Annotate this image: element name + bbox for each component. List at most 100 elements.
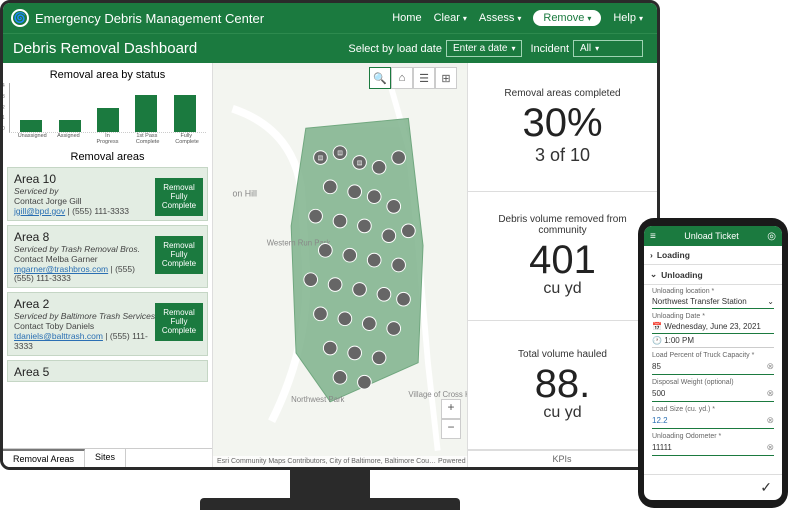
chevron-down-icon: ⌄	[650, 269, 657, 280]
clear-icon[interactable]: ⊗	[766, 361, 774, 372]
map-search-button[interactable]: 🔍	[369, 67, 391, 89]
field-odometer: Unloading Odometer * 11111⊗	[644, 430, 782, 457]
clear-icon[interactable]: ⊗	[766, 415, 774, 426]
map-canvas[interactable]: on Hill Western Run Park Northwest Park …	[213, 63, 467, 467]
phone-form: ›Loading ⌄Unloading Unloading location *…	[644, 246, 782, 474]
tab-removal-areas[interactable]: Removal Areas	[3, 449, 85, 467]
chevron-down-icon: ▾	[595, 44, 599, 53]
weight-input[interactable]: 500⊗	[652, 386, 774, 402]
chevron-right-icon: ›	[650, 250, 653, 260]
map-grid-button[interactable]: ⊞	[435, 67, 457, 89]
status-badge: Removal Fully Complete	[155, 303, 203, 341]
area-card[interactable]: Area 10 Serviced by Contact Jorge Gill j…	[7, 167, 208, 221]
clear-icon[interactable]: ⊗	[766, 388, 774, 399]
left-panel: Removal area by status 43210 Unassigned …	[3, 63, 213, 467]
monitor-stand	[290, 468, 370, 498]
kpi-areas-completed: Removal areas completed 30% 3 of 10	[468, 63, 657, 192]
incident-selector[interactable]: All▾	[573, 40, 643, 57]
page-title: Debris Removal Dashboard	[13, 40, 197, 57]
target-icon[interactable]: ◎	[767, 231, 776, 242]
nav-home[interactable]: Home	[392, 12, 421, 24]
time-input[interactable]: 🕐 1:00 PM	[652, 334, 774, 348]
phone-header: ≡ Unload Ticket ◎	[644, 226, 782, 246]
map-toolbar: 🔍 ⌂ ☰ ⊞	[369, 67, 457, 89]
bar-fully-complete	[174, 95, 196, 132]
tornado-icon: 🌀	[11, 9, 29, 27]
top-nav: 🌀 Emergency Debris Management Center Hom…	[3, 3, 657, 33]
svg-text:Northwest Park: Northwest Park	[291, 395, 344, 404]
area-card[interactable]: Area 5	[7, 360, 208, 382]
chevron-down-icon: ▾	[463, 14, 467, 23]
zoom-in-button[interactable]: +	[441, 399, 461, 419]
area-card[interactable]: Area 8 Serviced by Trash Removal Bros. C…	[7, 225, 208, 288]
map-home-button[interactable]: ⌂	[391, 67, 413, 89]
mobile-phone: ≡ Unload Ticket ◎ ›Loading ⌄Unloading Un…	[638, 218, 788, 508]
field-load-percent: Load Percent of Truck Capacity * 85⊗	[644, 349, 782, 376]
incident-label: Incident	[530, 43, 569, 55]
bar-first-pass	[135, 95, 157, 132]
dashboard-header: Debris Removal Dashboard Select by load …	[3, 33, 657, 63]
chevron-down-icon: ▾	[517, 14, 521, 23]
size-input[interactable]: 12.2⊗	[652, 413, 774, 429]
tab-sites[interactable]: Sites	[85, 449, 126, 467]
map-list-button[interactable]: ☰	[413, 67, 435, 89]
kpi-volume-hauled: Total volume hauled 88. cu yd	[468, 321, 657, 450]
svg-text:Village of Cross Keys: Village of Cross Keys	[408, 390, 467, 399]
chart-title: Removal area by status	[9, 69, 206, 81]
kpi-panel: Removal areas completed 30% 3 of 10 Debr…	[467, 63, 657, 467]
percent-input[interactable]: 85⊗	[652, 359, 774, 375]
nav-remove[interactable]: Remove ▾	[533, 10, 601, 26]
area-name: Area 5	[14, 365, 201, 379]
field-unloading-location: Unloading location * Northwest Transfer …	[644, 285, 782, 310]
email-link[interactable]: jgill@bpd.gov	[14, 206, 65, 216]
svg-text:▤: ▤	[318, 155, 324, 161]
map-attribution: Esri Community Maps Contributors, City o…	[213, 456, 467, 467]
submit-check-button[interactable]: ✓	[644, 474, 782, 500]
desktop-monitor: 🌀 Emergency Debris Management Center Hom…	[0, 0, 660, 470]
field-load-size: Load Size (cu. yd.) * 12.2⊗	[644, 403, 782, 430]
status-badge: Removal Fully Complete	[155, 178, 203, 216]
chevron-down-icon: ▾	[639, 14, 643, 23]
nav-help[interactable]: Help▾	[613, 12, 643, 24]
area-card[interactable]: Area 2 Serviced by Baltimore Trash Servi…	[7, 292, 208, 356]
map-panel[interactable]: 🔍 ⌂ ☰ ⊞ on Hill Western Run Park Northwe…	[213, 63, 467, 467]
email-link[interactable]: tdaniels@balttrash.com	[14, 331, 103, 341]
section-loading[interactable]: ›Loading	[644, 246, 782, 265]
odometer-input[interactable]: 11111⊗	[652, 440, 774, 456]
main-content: Removal area by status 43210 Unassigned …	[3, 63, 657, 467]
phone-title: Unload Ticket	[684, 231, 739, 241]
status-chart-panel: Removal area by status 43210 Unassigned …	[3, 63, 212, 147]
x-axis-labels: Unassigned Assigned In Progress 1st Pass…	[9, 134, 206, 145]
nav-assess[interactable]: Assess▾	[479, 12, 521, 24]
removal-areas-title: Removal areas	[3, 147, 212, 167]
chevron-down-icon: ▾	[511, 44, 515, 53]
date-input[interactable]: 📅 Wednesday, June 23, 2021	[652, 320, 774, 334]
removal-areas-list[interactable]: Area 10 Serviced by Contact Jorge Gill j…	[3, 167, 212, 448]
kpi-volume-removed: Debris volume removed from community 401…	[468, 192, 657, 321]
chevron-down-icon: ▾	[587, 14, 591, 23]
section-unloading[interactable]: ⌄Unloading	[644, 265, 782, 285]
app-brand: Emergency Debris Management Center	[35, 11, 264, 26]
svg-text:on Hill: on Hill	[233, 189, 257, 199]
location-select[interactable]: Northwest Transfer Station⌄	[652, 295, 774, 309]
field-disposal-weight: Disposal Weight (optional) 500⊗	[644, 376, 782, 403]
svg-text:▤: ▤	[357, 160, 363, 166]
map-zoom-controls: + −	[441, 399, 461, 439]
kpi-footer: KPIs	[468, 450, 657, 467]
nav-clear[interactable]: Clear▾	[434, 12, 467, 24]
chevron-down-icon: ⌄	[767, 297, 774, 306]
clear-icon[interactable]: ⊗	[766, 442, 774, 453]
bar-assigned	[59, 120, 81, 132]
bar-in-progress	[97, 108, 119, 133]
status-bar-chart: 43210	[9, 83, 206, 133]
left-tabs: Removal Areas Sites	[3, 448, 212, 467]
bar-unassigned	[20, 120, 42, 132]
select-by-date-label: Select by load date	[348, 43, 442, 55]
status-badge: Removal Fully Complete	[155, 236, 203, 274]
phone-screen: ≡ Unload Ticket ◎ ›Loading ⌄Unloading Un…	[644, 226, 782, 500]
svg-text:▤: ▤	[337, 151, 343, 157]
y-axis-ticks: 43210	[3, 83, 5, 132]
date-selector[interactable]: Enter a date▾	[446, 40, 523, 57]
menu-icon[interactable]: ≡	[650, 231, 656, 242]
zoom-out-button[interactable]: −	[441, 419, 461, 439]
